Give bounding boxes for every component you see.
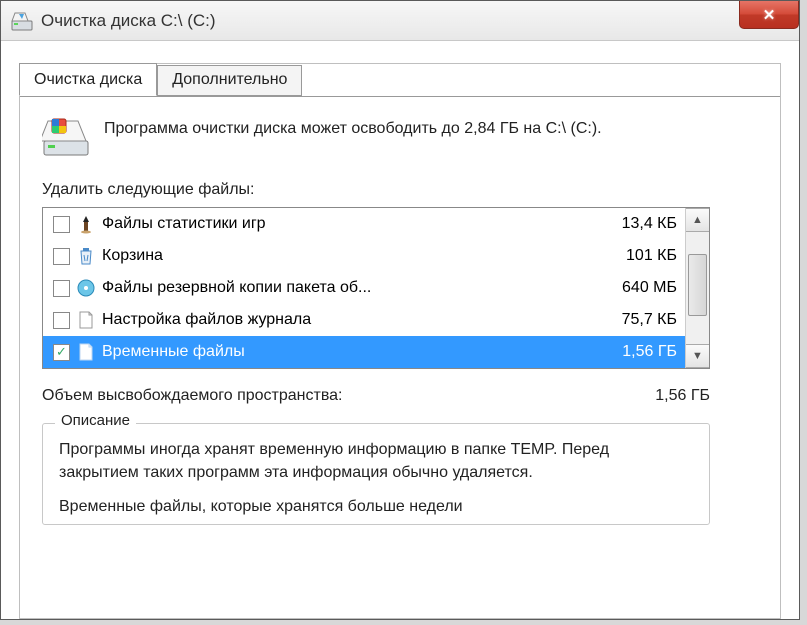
scrollbar[interactable]: ▲ ▼: [685, 208, 709, 368]
item-size: 1,56 ГБ: [587, 343, 677, 361]
list-item[interactable]: ✓ Временные файлы 1,56 ГБ: [43, 336, 685, 368]
total-label: Объем высвобождаемого пространства:: [42, 387, 343, 405]
checkbox[interactable]: [53, 280, 70, 297]
item-label: Файлы статистики игр: [102, 215, 587, 233]
total-value: 1,56 ГБ: [655, 387, 710, 405]
files-to-delete-label: Удалить следующие файлы:: [42, 181, 758, 199]
list-item[interactable]: Файлы статистики игр 13,4 КБ: [43, 208, 685, 240]
window-title: Очистка диска C:\ (C:): [41, 11, 216, 31]
checkbox[interactable]: [53, 248, 70, 265]
temp-file-icon: [76, 342, 96, 362]
item-label: Настройка файлов журнала: [102, 311, 587, 329]
scroll-track[interactable]: [686, 232, 709, 344]
total-row: Объем высвобождаемого пространства: 1,56…: [42, 387, 710, 405]
item-label: Временные файлы: [102, 343, 587, 361]
file-list: Файлы статистики игр 13,4 КБ Корзина 101…: [42, 207, 710, 369]
tab-more-options[interactable]: Дополнительно: [157, 65, 302, 96]
close-icon: ✕: [763, 6, 776, 24]
tab-strip: Очистка диска Дополнительно: [19, 63, 780, 96]
description-cutline: Временные файлы, которые хранятся больше…: [59, 498, 693, 516]
item-size: 75,7 КБ: [587, 311, 677, 329]
item-size: 101 КБ: [587, 247, 677, 265]
tab-content: Программа очистки диска может освободить…: [20, 96, 780, 612]
intro-text: Программа очистки диска может освободить…: [104, 115, 602, 140]
file-list-body: Файлы статистики игр 13,4 КБ Корзина 101…: [43, 208, 685, 368]
checkbox[interactable]: ✓: [53, 344, 70, 361]
list-item[interactable]: Настройка файлов журнала 75,7 КБ: [43, 304, 685, 336]
scroll-up-button[interactable]: ▲: [686, 208, 709, 232]
checkbox[interactable]: [53, 312, 70, 329]
scroll-thumb[interactable]: [688, 254, 707, 316]
item-size: 640 МБ: [587, 279, 677, 297]
item-label: Файлы резервной копии пакета об...: [102, 279, 587, 297]
list-item[interactable]: Файлы резервной копии пакета об... 640 М…: [43, 272, 685, 304]
description-group: Описание Программы иногда хранят временн…: [42, 423, 710, 525]
recycle-bin-icon: [76, 246, 96, 266]
log-file-icon: [76, 310, 96, 330]
item-size: 13,4 КБ: [587, 215, 677, 233]
titlebar[interactable]: Очистка диска C:\ (C:) ✕: [1, 1, 799, 41]
dialog-panel: Очистка диска Дополнительно: [19, 63, 781, 619]
scroll-down-button[interactable]: ▼: [686, 344, 709, 368]
close-button[interactable]: ✕: [739, 1, 799, 29]
list-item[interactable]: Корзина 101 КБ: [43, 240, 685, 272]
drive-cleanup-icon: [42, 115, 90, 159]
disk-cleanup-window: Очистка диска C:\ (C:) ✕ Очистка диска Д…: [0, 0, 800, 620]
game-stats-icon: [76, 214, 96, 234]
description-body: Программы иногда хранят временную информ…: [59, 438, 693, 484]
intro-row: Программа очистки диска может освободить…: [42, 115, 758, 159]
backup-files-icon: [76, 278, 96, 298]
item-label: Корзина: [102, 247, 587, 265]
checkbox[interactable]: [53, 216, 70, 233]
disk-cleanup-app-icon: [11, 11, 33, 31]
description-legend: Описание: [55, 412, 136, 429]
content-area: Очистка диска Дополнительно: [1, 41, 799, 619]
tab-cleanup[interactable]: Очистка диска: [19, 63, 157, 96]
